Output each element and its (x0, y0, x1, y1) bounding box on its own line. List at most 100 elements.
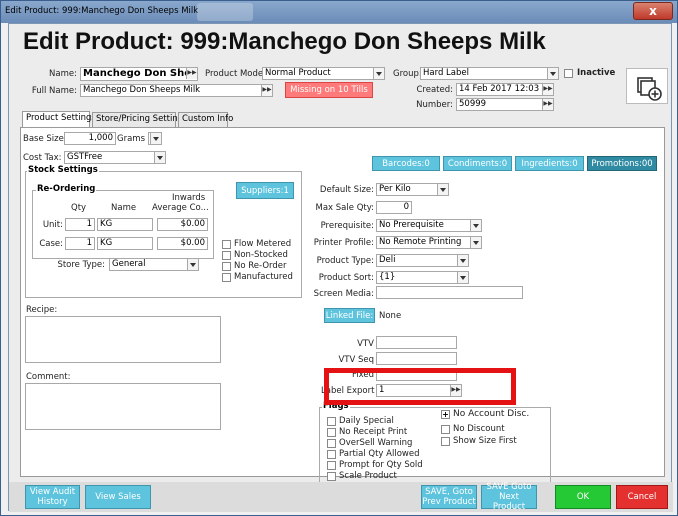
cost-tax-select[interactable]: GSTFree (64, 151, 166, 164)
screen-media-field[interactable] (376, 286, 523, 299)
case-cost-field[interactable]: $0.00 (157, 237, 208, 250)
no-reorder-checkbox[interactable] (222, 262, 231, 271)
name-field[interactable]: Manchego Don Sheep ▶▶ (80, 67, 198, 81)
save-prev-product-button[interactable]: SAVE, Goto Prev Product (421, 485, 477, 509)
view-audit-line-1: View Audit (29, 487, 76, 497)
no-receipt-print-label: No Receipt Print (339, 427, 408, 437)
product-settings-panel: Base Size: 1,000 Grams Cost Tax: GSTFree… (20, 127, 665, 486)
store-type-label: Store Type: (57, 260, 105, 270)
created-field[interactable]: 14 Feb 2017 12:03 A ▶▶ (456, 83, 554, 96)
number-value: 50999 (459, 99, 487, 109)
view-audit-line-2: History (37, 497, 68, 507)
full-name-field[interactable]: Manchego Don Sheeps Milk ▶▶ (80, 84, 273, 97)
no-receipt-print-checkbox[interactable] (327, 428, 336, 437)
created-value: 14 Feb 2017 12:03 A (459, 84, 548, 94)
title-bar-tab (197, 3, 253, 21)
inactive-label: Inactive (577, 68, 616, 78)
unit-name-field[interactable]: KG (97, 218, 153, 231)
printer-profile-select[interactable]: No Remote Printing (376, 236, 482, 249)
store-type-select[interactable]: General (109, 258, 199, 271)
case-qty-field[interactable]: 1 (65, 237, 95, 250)
col-inwards-2: Average Co... (152, 203, 209, 213)
show-size-first-checkbox[interactable] (441, 437, 450, 446)
group-select[interactable]: Hard Label (420, 67, 559, 80)
number-expand-icon[interactable]: ▶▶ (542, 99, 553, 110)
condiments-button[interactable]: Condiments:0 (443, 156, 512, 171)
suppliers-button[interactable]: Suppliers:1 (236, 182, 294, 199)
vtv-seq-field[interactable] (376, 352, 457, 365)
full-name-expand-icon[interactable]: ▶▶ (261, 85, 272, 96)
vtv-seq-label: VTV Seq (338, 355, 374, 365)
recipe-textarea[interactable] (25, 316, 221, 363)
default-size-value: Per Kilo (379, 184, 411, 194)
max-sale-qty-field[interactable]: 0 (376, 201, 412, 214)
label-export-highlight (324, 368, 516, 405)
name-expand-icon[interactable]: ▶▶ (186, 68, 197, 79)
no-account-disc-checkbox[interactable]: + (441, 410, 450, 419)
case-name-field[interactable]: KG (97, 237, 153, 250)
missing-on-tills-button[interactable]: Missing on 10 Tills (285, 82, 373, 98)
prerequisite-select[interactable]: No Prerequisite (376, 219, 482, 232)
manufactured-checkbox[interactable] (222, 273, 231, 282)
chevron-down-icon (154, 152, 165, 163)
chevron-down-icon (437, 184, 448, 195)
no-discount-checkbox[interactable] (441, 425, 450, 434)
base-size-field[interactable]: 1,000 (64, 132, 116, 145)
oversell-warning-label: OverSell Warning (339, 438, 413, 448)
printer-profile-value: No Remote Printing (379, 237, 462, 247)
unit-cost-field[interactable]: $0.00 (157, 218, 208, 231)
window-close-button[interactable]: x (633, 2, 673, 20)
product-sort-select[interactable]: {1} (376, 271, 469, 284)
view-sales-button[interactable]: View Sales (85, 485, 151, 509)
name-label: Name: (49, 69, 77, 79)
flow-metered-checkbox[interactable] (222, 240, 231, 249)
tab-product-settings[interactable]: Product Settings (22, 111, 96, 127)
created-expand-icon[interactable]: ▶▶ (542, 84, 553, 95)
non-stocked-checkbox[interactable] (222, 251, 231, 260)
full-name-label: Full Name: (31, 86, 77, 96)
vtv-field[interactable] (376, 336, 457, 349)
number-field[interactable]: 50999 ▶▶ (456, 98, 554, 111)
oversell-warning-checkbox[interactable] (327, 439, 336, 448)
product-image-button[interactable] (626, 68, 668, 104)
cost-tax-value: GSTFree (67, 152, 103, 162)
page-title: Edit Product: 999:Manchego Don Sheeps Mi… (23, 28, 546, 55)
daily-special-label: Daily Special (339, 416, 394, 426)
base-size-unit-select[interactable] (148, 132, 162, 145)
stock-settings-title: Stock Settings (27, 165, 99, 175)
default-size-select[interactable]: Per Kilo (376, 183, 449, 196)
window-title: Edit Product: 999:Manchego Don Sheeps Mi… (5, 6, 199, 16)
save-next-line-1: SAVE Goto (486, 482, 532, 492)
product-mode-select[interactable]: Normal Product (262, 67, 385, 80)
unit-qty-field[interactable]: 1 (65, 218, 95, 231)
ok-button[interactable]: OK (555, 485, 611, 509)
product-type-select[interactable]: Deli (376, 254, 469, 267)
base-size-unit: Grams (117, 134, 145, 144)
tab-store-pricing-settings[interactable]: Store/Pricing Settings (92, 112, 188, 127)
linked-file-button[interactable]: Linked File: (324, 308, 375, 323)
view-audit-history-button[interactable]: View Audit History (25, 485, 80, 509)
save-next-product-button[interactable]: SAVE Goto Next Product (481, 482, 537, 512)
barcodes-button[interactable]: Barcodes:0 (372, 156, 440, 171)
product-type-label: Product Type: (316, 256, 374, 266)
partial-qty-allowed-label: Partial Qty Allowed (339, 449, 420, 459)
partial-qty-allowed-checkbox[interactable] (327, 450, 336, 459)
chevron-down-icon (547, 68, 558, 79)
prompt-qty-sold-checkbox[interactable] (327, 461, 336, 470)
chevron-down-icon (187, 259, 198, 270)
product-type-value: Deli (379, 255, 396, 265)
manufactured-label: Manufactured (234, 272, 293, 282)
inactive-checkbox[interactable] (564, 69, 573, 78)
cancel-button[interactable]: Cancel (616, 485, 668, 509)
group-label: Group: (393, 69, 422, 79)
chevron-down-icon (457, 272, 468, 283)
chevron-down-icon (373, 68, 384, 79)
scale-product-checkbox[interactable] (327, 472, 336, 481)
daily-special-checkbox[interactable] (327, 417, 336, 426)
tab-custom-info[interactable]: Custom Info (178, 112, 233, 127)
comment-textarea[interactable] (25, 383, 221, 430)
col-inwards-1: Inwards (172, 193, 206, 203)
promotions-button[interactable]: Promotions:00 (587, 156, 657, 171)
product-mode-label: Product Mode: (205, 69, 266, 79)
ingredients-button[interactable]: Ingredients:0 (515, 156, 584, 171)
